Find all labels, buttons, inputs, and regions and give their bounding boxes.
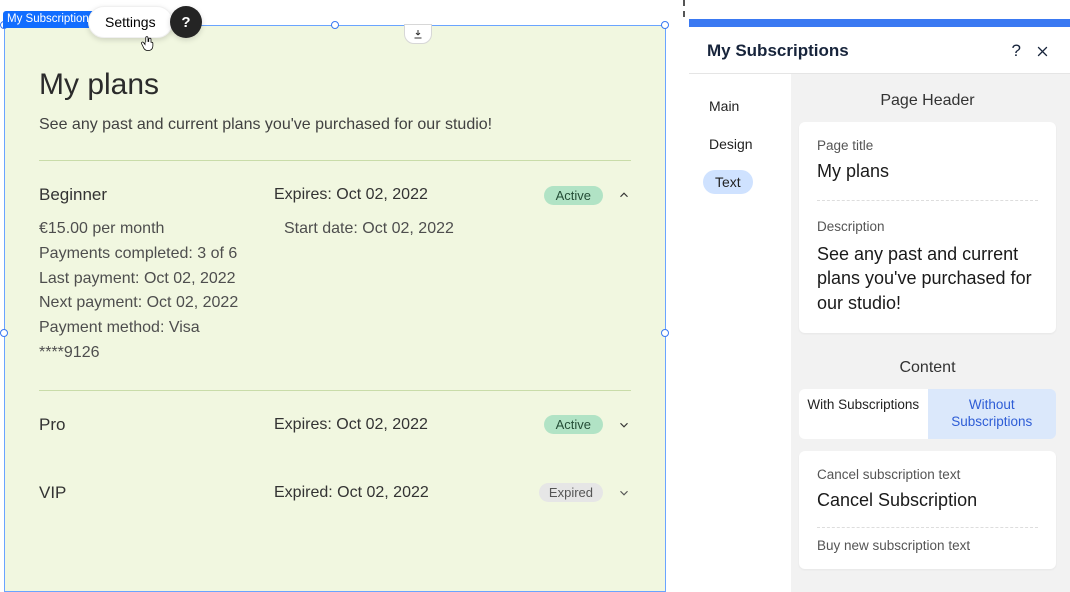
tab-text[interactable]: Text <box>703 170 753 194</box>
chevron-down-icon[interactable] <box>617 486 631 500</box>
selected-component-box[interactable]: My plans See any past and current plans … <box>4 25 666 592</box>
status-badge-active: Active <box>544 415 603 434</box>
status-badge-expired: Expired <box>539 483 603 502</box>
plan-expiry: Expires: Oct 02, 2022 <box>274 186 544 204</box>
panel-accent-bar <box>689 19 1070 27</box>
divider <box>39 390 631 391</box>
plan-name: Beginner <box>39 185 274 205</box>
cursor-hand-icon <box>139 34 157 52</box>
selection-label-chip[interactable]: My Subscriptions <box>3 11 101 28</box>
plan-expiry: Expires: Oct 02, 2022 <box>274 416 544 434</box>
plan-expiry: Expired: Oct 02, 2022 <box>274 484 539 502</box>
tab-design[interactable]: Design <box>703 132 781 156</box>
field-label-cancel-text: Cancel subscription text <box>817 467 1038 482</box>
panel-title: My Subscriptions <box>707 41 849 61</box>
field-label-buy-text: Buy new subscription text <box>817 538 1038 553</box>
plan-name: Pro <box>39 415 274 435</box>
guide-line <box>683 0 685 17</box>
panel-help-icon[interactable]: ? <box>1012 41 1021 61</box>
field-value-description[interactable]: See any past and current plans you've pu… <box>817 242 1038 315</box>
plan-row-beginner[interactable]: Beginner Expires: Oct 02, 2022 Active <box>39 173 631 217</box>
tab-main[interactable]: Main <box>703 94 781 118</box>
section-content: Content <box>799 351 1056 389</box>
tab-without-subscriptions[interactable]: Without Subscriptions <box>928 389 1057 439</box>
field-value-cancel-text[interactable]: Cancel Subscription <box>817 490 1038 511</box>
field-label-description: Description <box>817 219 1038 234</box>
selection-handle[interactable] <box>661 21 669 29</box>
settings-button[interactable]: Settings <box>88 6 173 38</box>
plan-payments-completed: Payments completed: 3 of 6 <box>39 242 631 267</box>
plan-payment-method: Payment method: Visa <box>39 316 631 341</box>
selection-handle[interactable] <box>661 329 669 337</box>
selection-handle[interactable] <box>331 21 339 29</box>
field-value-page-title[interactable]: My plans <box>817 161 1038 182</box>
plan-price: €15.00 per month <box>39 217 284 242</box>
status-badge-active: Active <box>544 186 603 205</box>
plan-details-beginner: €15.00 per month Start date: Oct 02, 202… <box>39 217 631 366</box>
chevron-up-icon[interactable] <box>617 188 631 202</box>
tab-with-subscriptions[interactable]: With Subscriptions <box>799 389 928 439</box>
field-label-page-title: Page title <box>817 138 1038 153</box>
plan-next-payment: Next payment: Oct 02, 2022 <box>39 291 631 316</box>
section-page-header: Page Header <box>799 84 1056 122</box>
collapse-handle-icon[interactable] <box>404 24 432 44</box>
chevron-down-icon[interactable] <box>617 418 631 432</box>
plan-row-pro[interactable]: Pro Expires: Oct 02, 2022 Active <box>39 403 631 447</box>
divider <box>39 160 631 161</box>
divider <box>817 200 1038 201</box>
page-title: My plans <box>39 68 631 102</box>
close-icon[interactable] <box>1035 44 1050 59</box>
plan-last-payment: Last payment: Oct 02, 2022 <box>39 267 631 292</box>
divider <box>817 527 1038 528</box>
plan-start-date: Start date: Oct 02, 2022 <box>284 217 454 242</box>
plan-card-mask: ****9126 <box>39 341 631 366</box>
selection-handle[interactable] <box>0 329 8 337</box>
plan-name: VIP <box>39 483 274 503</box>
plan-row-vip[interactable]: VIP Expired: Oct 02, 2022 Expired <box>39 471 631 515</box>
content-tabs: With Subscriptions Without Subscriptions <box>799 389 1056 439</box>
panel-tabs: Main Design Text <box>689 74 791 592</box>
page-description: See any past and current plans you've pu… <box>39 116 631 134</box>
help-icon[interactable]: ? <box>170 6 202 38</box>
settings-panel: My Subscriptions ? Main Design Text Page… <box>689 27 1070 592</box>
